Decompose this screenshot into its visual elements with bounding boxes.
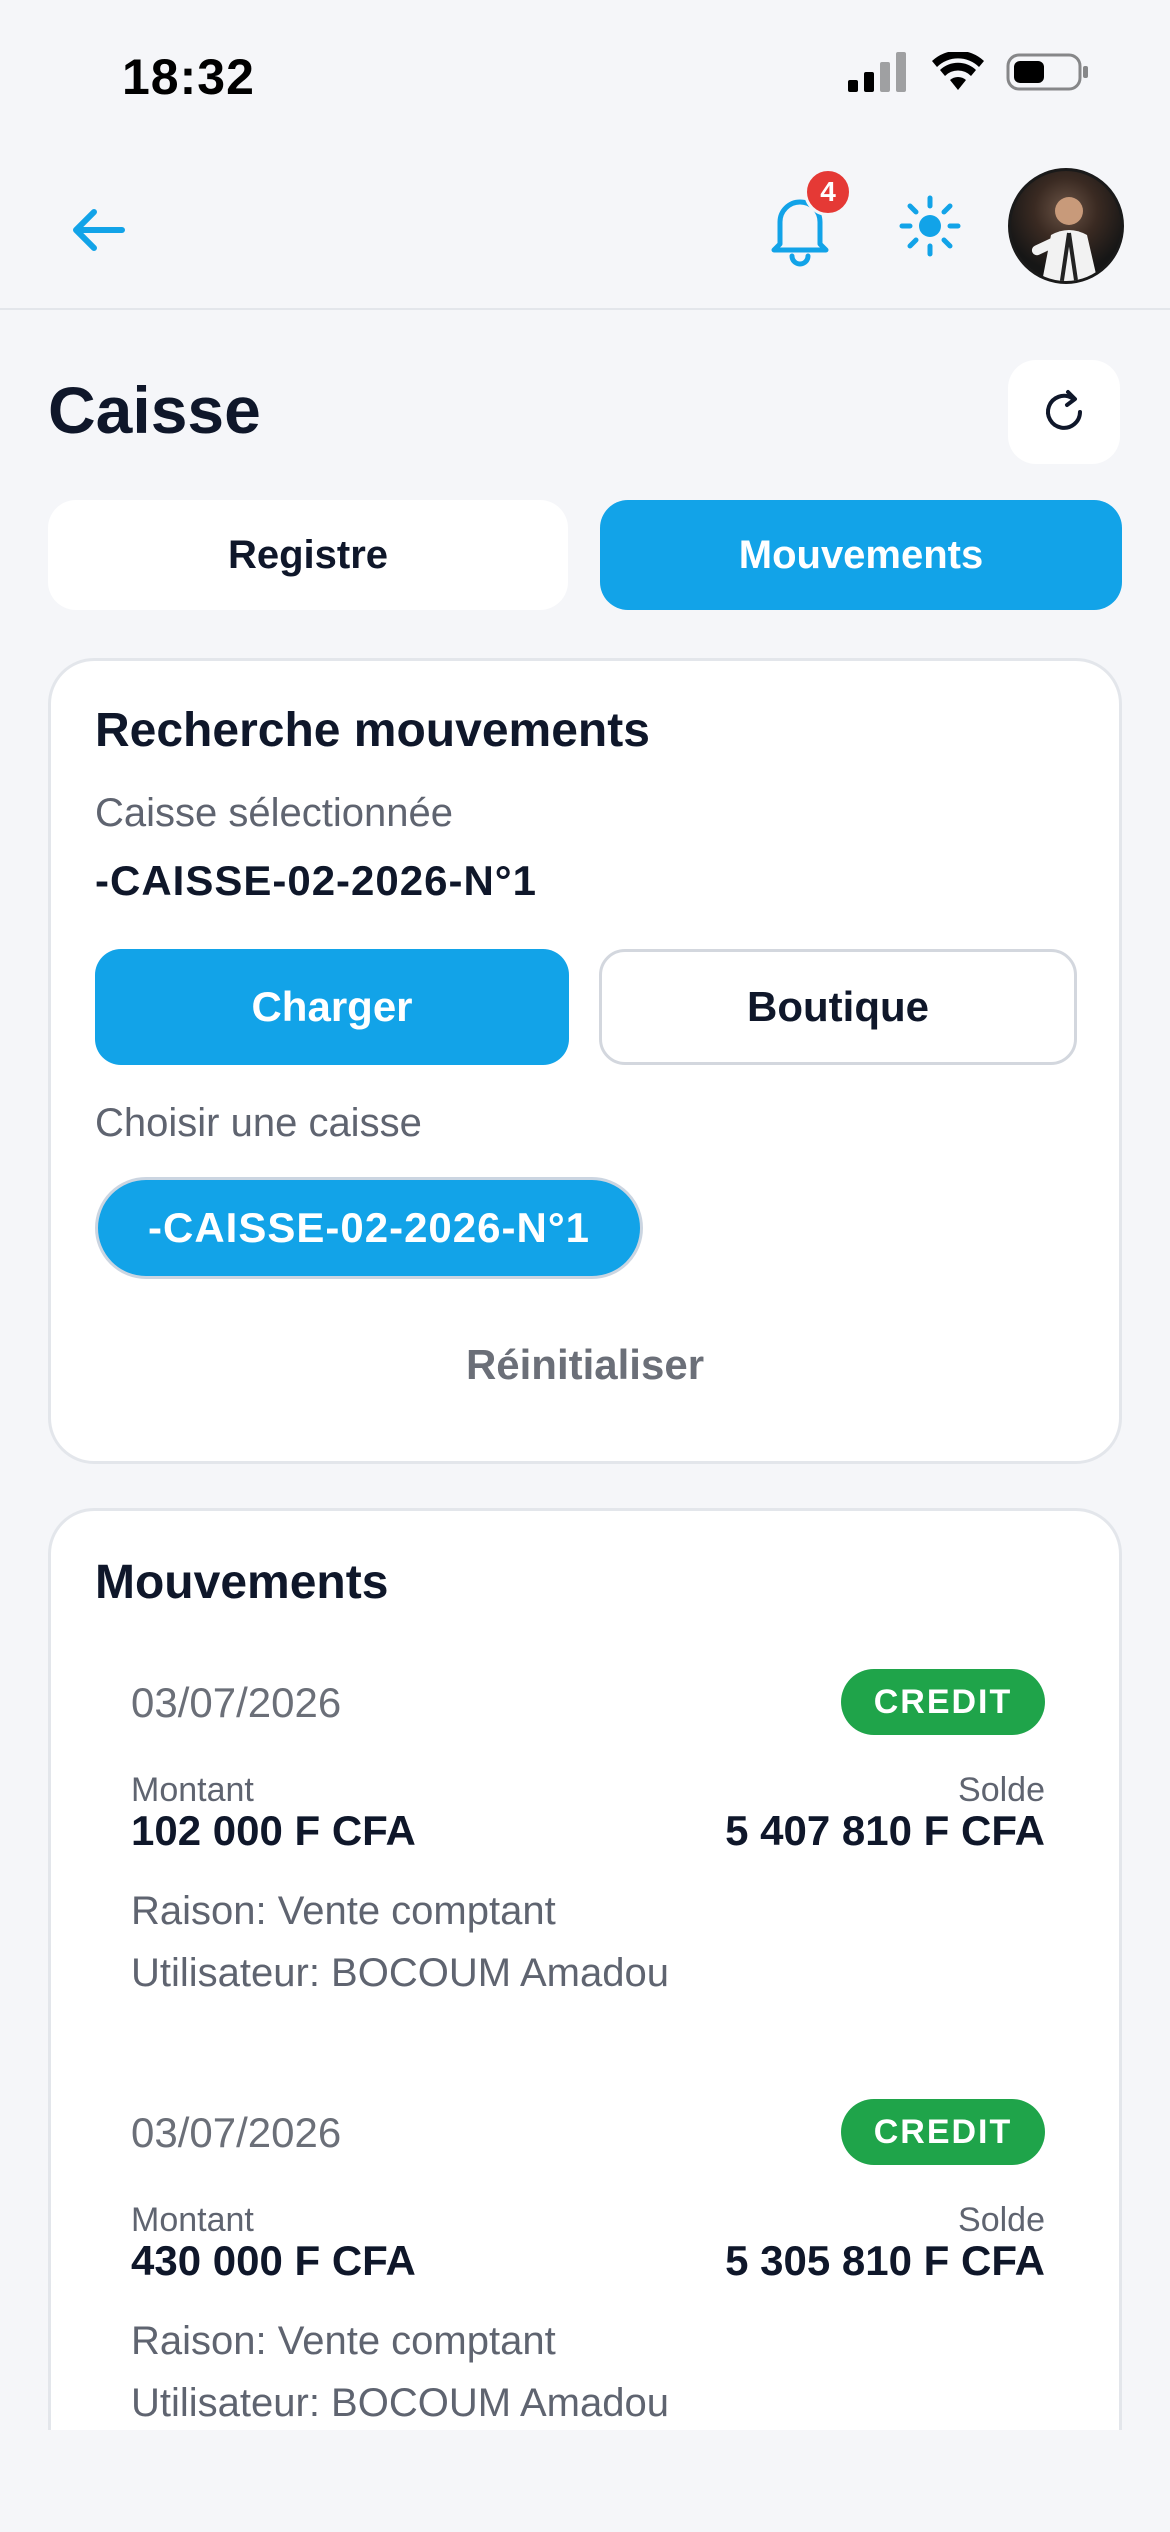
status-icons [848, 52, 1090, 92]
avatar[interactable] [1008, 168, 1124, 284]
status-time: 18:32 [122, 49, 255, 105]
movement-item[interactable]: 03/07/2026 CREDIT Montant 430 000 F CFA … [131, 2099, 1045, 2439]
movement-user: Utilisateur: BOCOUM Amadou [131, 1951, 669, 1995]
status-bar: 18:32 [0, 0, 1170, 150]
movement-type-badge: CREDIT [841, 2099, 1045, 2165]
notifications-badge: 4 [804, 168, 852, 216]
tab-mouvements[interactable]: Mouvements [600, 500, 1122, 610]
wifi-icon [932, 52, 984, 90]
movement-reason: Raison: Vente comptant [131, 2319, 556, 2363]
load-button[interactable]: Charger [95, 949, 569, 1065]
movements-card-title: Mouvements [95, 1556, 389, 1609]
caisse-chip[interactable]: -CAISSE-02-2026-N°1 [95, 1177, 643, 1279]
shop-button[interactable]: Boutique [599, 949, 1077, 1065]
movement-type-badge: CREDIT [841, 1669, 1045, 1735]
tab-registre[interactable]: Registre [48, 500, 568, 610]
selected-caisse-label: Caisse sélectionnée [95, 791, 453, 835]
movement-balance: 5 407 810 F CFA [725, 1807, 1045, 1854]
amount-label: Montant [131, 2201, 254, 2239]
refresh-button[interactable] [1008, 360, 1120, 464]
balance-label: Solde [958, 2201, 1045, 2239]
theme-toggle-button[interactable] [898, 194, 962, 258]
refresh-icon [1046, 390, 1082, 430]
bottom-safe-area [0, 2430, 1170, 2532]
balance-label: Solde [958, 1771, 1045, 1809]
page-title: Caisse [48, 373, 261, 447]
selected-caisse-value: -CAISSE-02-2026-N°1 [95, 857, 537, 904]
movement-item[interactable]: 03/07/2026 CREDIT Montant 102 000 F CFA … [131, 1669, 1045, 2009]
choose-caisse-label: Choisir une caisse [95, 1101, 422, 1145]
back-button[interactable] [62, 194, 134, 266]
movement-amount: 102 000 F CFA [131, 1807, 416, 1854]
battery-icon [1006, 53, 1088, 91]
reset-button[interactable]: Réinitialiser [51, 1341, 1119, 1389]
search-card: Recherche mouvements Caisse sélectionnée… [48, 658, 1122, 1464]
movement-reason: Raison: Vente comptant [131, 1889, 556, 1933]
amount-label: Montant [131, 1771, 254, 1809]
avatar-photo [1031, 197, 1098, 281]
sun-icon [899, 195, 961, 257]
movement-date: 03/07/2026 [131, 1679, 342, 1726]
cellular-signal-icon [848, 52, 906, 92]
movement-user: Utilisateur: BOCOUM Amadou [131, 2381, 669, 2425]
movements-card: Mouvements 03/07/2026 CREDIT Montant 102… [48, 1508, 1122, 2532]
movement-balance: 5 305 810 F CFA [725, 2237, 1045, 2284]
app-header [0, 150, 1170, 310]
screen: 18:32 4 Caisse Registre Mouvements Reche… [0, 0, 1170, 2532]
movement-amount: 430 000 F CFA [131, 2237, 416, 2284]
search-card-title: Recherche mouvements [95, 704, 650, 757]
arrow-left-icon [73, 209, 125, 251]
movement-date: 03/07/2026 [131, 2109, 342, 2156]
